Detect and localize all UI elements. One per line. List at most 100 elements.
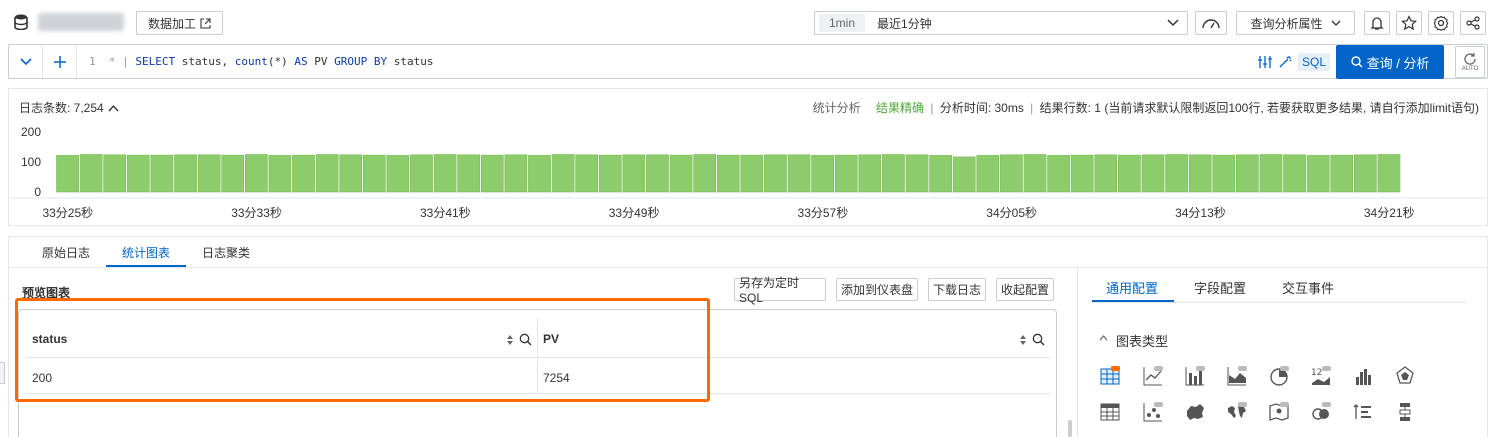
histogram-bar[interactable]	[693, 154, 717, 193]
histogram-bar[interactable]	[929, 155, 952, 193]
gauge-button[interactable]	[1195, 11, 1227, 35]
tab-general-config[interactable]: 通用配置	[1106, 278, 1158, 297]
left-edge-handle[interactable]	[0, 362, 5, 384]
histogram-bar[interactable]	[882, 154, 905, 193]
histogram-bar[interactable]	[315, 154, 339, 193]
settings-button[interactable]	[1428, 11, 1454, 35]
histogram-bar[interactable]	[1259, 154, 1283, 193]
histogram-bar[interactable]	[1047, 155, 1070, 193]
tree-chart-icon[interactable]	[1394, 401, 1416, 423]
histogram-bar[interactable]	[174, 154, 197, 193]
query-attr-button[interactable]: 查询分析属性	[1236, 11, 1355, 35]
histogram-bar[interactable]	[292, 154, 315, 193]
histogram-bar[interactable]	[410, 154, 433, 193]
time-range-select[interactable]: 1min 最近1分钟	[814, 11, 1188, 35]
histogram-bar[interactable]	[622, 154, 646, 193]
add-button[interactable]	[43, 45, 77, 78]
auto-refresh-button[interactable]: AUTO	[1455, 46, 1485, 78]
save-scheduled-sql-button[interactable]: 另存为定时SQL	[734, 276, 826, 305]
histogram-bar[interactable]	[575, 154, 599, 193]
histogram-bar[interactable]	[1330, 154, 1354, 193]
histogram-bar[interactable]	[716, 154, 740, 193]
log-count[interactable]: 日志条数: 7,254	[19, 99, 119, 116]
histogram-bar[interactable]	[1023, 154, 1047, 193]
histogram-bar[interactable]	[952, 156, 976, 193]
amap-icon[interactable]	[1268, 401, 1290, 423]
star-button[interactable]	[1396, 11, 1422, 35]
histogram-bar[interactable]	[1094, 154, 1118, 193]
histogram-bar[interactable]	[811, 155, 834, 193]
cross-table-icon[interactable]	[1099, 401, 1121, 423]
histogram-bar[interactable]	[150, 154, 174, 193]
histogram-bar[interactable]	[126, 154, 150, 193]
histogram-bar[interactable]	[1165, 154, 1188, 193]
collapse-config-button[interactable]: 收起配置	[996, 278, 1054, 301]
histogram-bar[interactable]	[362, 154, 386, 193]
histogram-bar[interactable]	[905, 154, 929, 193]
histogram-bar[interactable]	[339, 154, 363, 193]
histogram-bar[interactable]	[386, 155, 410, 193]
expand-button[interactable]	[9, 45, 43, 78]
search-icon[interactable]	[1032, 333, 1045, 346]
histogram-bar[interactable]	[858, 154, 882, 193]
histogram-bar[interactable]	[1212, 154, 1236, 193]
histogram-bar[interactable]	[457, 154, 481, 193]
histogram-bar[interactable]	[1354, 154, 1377, 193]
bar-chart-icon[interactable]	[1184, 365, 1206, 387]
histogram-bar[interactable]	[103, 154, 127, 193]
tab-stats-chart[interactable]: 统计图表	[122, 244, 170, 261]
histogram-bar[interactable]	[740, 154, 764, 193]
china-map-icon[interactable]	[1184, 401, 1206, 423]
histogram-bar[interactable]	[221, 154, 245, 193]
sort-icon[interactable]	[1019, 334, 1027, 346]
histogram-bar[interactable]	[79, 154, 103, 193]
histogram-bar[interactable]	[764, 154, 787, 193]
area-chart-icon[interactable]	[1226, 365, 1248, 387]
histogram-bar[interactable]	[1188, 154, 1212, 193]
chevron-up-icon[interactable]	[1099, 335, 1108, 341]
magic-icon[interactable]	[1279, 56, 1292, 68]
panel-splitter[interactable]	[1077, 268, 1078, 437]
sql-editor[interactable]: 1 * | SELECT status, count(*) AS PV GROU…	[89, 55, 433, 68]
sql-toggle[interactable]: SQL	[1298, 53, 1331, 71]
add-dashboard-button[interactable]: 添加到仪表盘	[836, 278, 918, 301]
histogram-bar[interactable]	[598, 154, 622, 193]
tab-log-cluster[interactable]: 日志聚类	[202, 244, 250, 261]
histogram-chart-icon[interactable]	[1352, 365, 1374, 387]
histogram-bar[interactable]	[1236, 154, 1259, 193]
download-logs-button[interactable]: 下载日志	[928, 278, 986, 301]
histogram-bar[interactable]	[268, 155, 292, 193]
filter-icon[interactable]	[1258, 56, 1272, 68]
histogram-bar[interactable]	[1070, 154, 1094, 193]
histogram-bar[interactable]	[433, 154, 457, 193]
histogram-bar[interactable]	[1283, 154, 1306, 193]
histogram-bar[interactable]	[1118, 154, 1141, 193]
single-value-icon[interactable]: 12	[1310, 365, 1332, 387]
histogram-bar[interactable]	[1000, 154, 1023, 193]
histogram-bar[interactable]	[197, 154, 221, 193]
tab-interaction-events[interactable]: 交互事件	[1282, 278, 1334, 297]
histogram-bar[interactable]	[551, 154, 575, 193]
world-map-icon[interactable]	[1226, 401, 1248, 423]
histogram-bar[interactable]	[56, 155, 79, 193]
histogram-bar[interactable]	[646, 154, 669, 193]
radar-chart-icon[interactable]	[1394, 365, 1416, 387]
scrollbar[interactable]	[1068, 420, 1072, 437]
share-button[interactable]	[1460, 11, 1486, 35]
histogram-bar[interactable]	[480, 154, 504, 193]
tab-field-config[interactable]: 字段配置	[1194, 278, 1246, 297]
histogram-bar[interactable]	[1377, 154, 1401, 193]
histogram-bar[interactable]	[1306, 155, 1330, 193]
tab-raw-logs[interactable]: 原始日志	[42, 244, 90, 261]
histogram-bar[interactable]	[244, 154, 268, 193]
histogram-bar[interactable]	[787, 154, 811, 193]
flow-chart-icon[interactable]	[1310, 401, 1332, 423]
histogram-bar[interactable]	[834, 154, 858, 193]
histogram-bar[interactable]	[1141, 154, 1165, 193]
bell-button[interactable]	[1364, 11, 1390, 35]
line-chart-icon[interactable]	[1142, 365, 1164, 387]
histogram-chart[interactable]: 200 100 033分25秒 33分33秒 33分41秒 33分49秒 33分57秒 34分…	[9, 119, 1487, 225]
table-chart-icon[interactable]	[1099, 365, 1121, 387]
pie-chart-icon[interactable]	[1268, 365, 1290, 387]
histogram-bar[interactable]	[669, 154, 693, 193]
